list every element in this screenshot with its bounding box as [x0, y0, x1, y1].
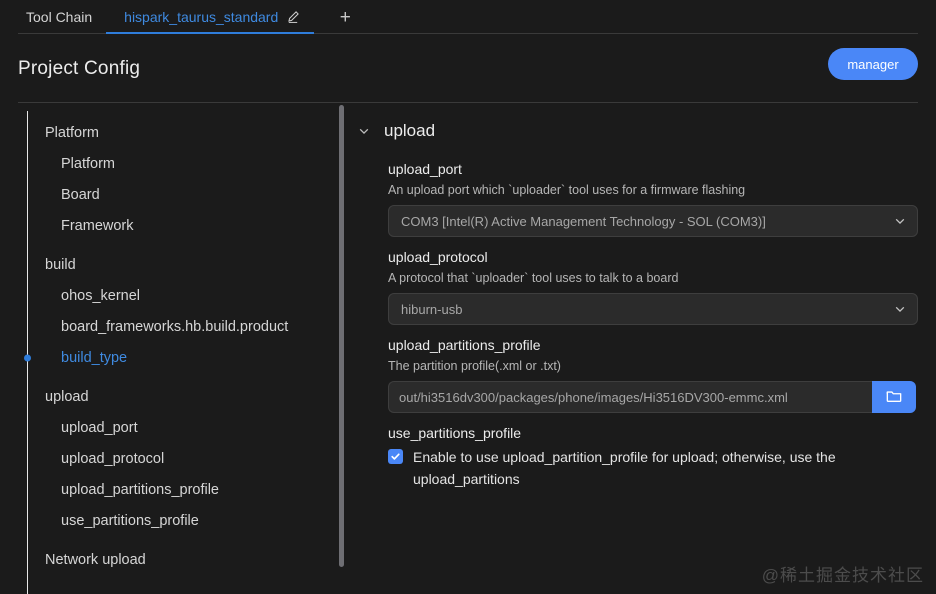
tree-group-build[interactable]: build — [0, 249, 348, 280]
tab-tool-chain[interactable]: Tool Chain — [18, 0, 106, 34]
plus-icon: + — [340, 8, 351, 27]
control-row: out/hi3516dv300/packages/phone/images/Hi… — [388, 381, 918, 413]
section-header-upload[interactable]: upload — [358, 121, 918, 141]
tree-group-label: Network upload — [45, 552, 146, 568]
tree-group-upload[interactable]: upload — [0, 381, 348, 412]
upload-port-select[interactable]: COM3 [Intel(R) Active Management Technol… — [388, 205, 918, 237]
sidebar-item-framework[interactable]: Framework — [0, 210, 348, 241]
tab-label: Tool Chain — [26, 9, 92, 25]
folder-icon — [885, 387, 903, 408]
settings-panel: upload upload_port An upload port which … — [348, 103, 936, 594]
tab-bar: Tool Chain hispark_taurus_standard + — [0, 0, 936, 34]
sidebar-item-board[interactable]: Board — [0, 179, 348, 210]
field-description: The partition profile(.xml or .txt) — [388, 359, 918, 373]
field-label: use_partitions_profile — [388, 425, 918, 441]
chevron-down-icon — [894, 303, 906, 315]
control-row: hiburn-usb — [388, 293, 918, 325]
sidebar-item-upload-partitions-profile[interactable]: upload_partitions_profile — [0, 474, 348, 505]
tree-spacer — [0, 241, 348, 249]
tree-group-label: Platform — [45, 125, 99, 141]
tree-item-label: Framework — [61, 218, 134, 234]
field-use-partitions-profile: use_partitions_profile — [358, 425, 918, 441]
select-value: COM3 [Intel(R) Active Management Technol… — [401, 214, 766, 229]
sidebar-item-build-type[interactable]: build_type — [0, 342, 348, 373]
page-header: Project Config manager — [0, 34, 936, 103]
tree-item-label: upload_partitions_profile — [61, 482, 219, 498]
tree-item-label: board_frameworks.hb.build.product — [61, 319, 288, 335]
field-upload-port: upload_port An upload port which `upload… — [358, 161, 918, 237]
use-partitions-profile-checkbox-row[interactable]: Enable to use upload_partition_profile f… — [358, 447, 918, 490]
field-upload-protocol: upload_protocol A protocol that `uploade… — [358, 249, 918, 325]
tree-group-platform[interactable]: Platform — [0, 117, 348, 148]
tab-hispark-taurus-standard[interactable]: hispark_taurus_standard — [106, 0, 314, 34]
checkbox-label: Enable to use upload_partition_profile f… — [413, 447, 897, 490]
field-description: A protocol that `uploader` tool uses to … — [388, 271, 918, 285]
pencil-icon[interactable] — [286, 10, 300, 24]
tree-item-label: upload_port — [61, 420, 138, 436]
field-label: upload_partitions_profile — [388, 337, 918, 353]
sidebar-item-platform[interactable]: Platform — [0, 148, 348, 179]
select-value: hiburn-usb — [401, 302, 462, 317]
sidebar-item-upload-protocol[interactable]: upload_protocol — [0, 443, 348, 474]
browse-folder-button[interactable] — [872, 381, 916, 413]
config-tree: Platform Platform Board Framework build … — [0, 117, 348, 575]
tree-spacer — [0, 373, 348, 381]
field-label: upload_protocol — [388, 249, 918, 265]
upload-protocol-select[interactable]: hiburn-usb — [388, 293, 918, 325]
sidebar-item-board-frameworks[interactable]: board_frameworks.hb.build.product — [0, 311, 348, 342]
content-area: Platform Platform Board Framework build … — [0, 103, 936, 594]
tree-item-label: use_partitions_profile — [61, 513, 199, 529]
tab-label: hispark_taurus_standard — [124, 9, 278, 25]
partitions-profile-path-input[interactable]: out/hi3516dv300/packages/phone/images/Hi… — [388, 381, 872, 413]
sidebar-item-upload-port[interactable]: upload_port — [0, 412, 348, 443]
config-tree-sidebar[interactable]: Platform Platform Board Framework build … — [0, 103, 348, 594]
tree-item-label: build_type — [61, 350, 127, 366]
selected-marker-dot — [24, 354, 31, 361]
chevron-down-icon[interactable] — [358, 125, 370, 137]
tree-item-label: Platform — [61, 156, 115, 172]
use-partitions-profile-checkbox[interactable] — [388, 449, 403, 464]
tree-item-label: Board — [61, 187, 100, 203]
tree-spacer — [0, 536, 348, 544]
add-tab-button[interactable]: + — [328, 0, 362, 34]
page-title: Project Config — [18, 58, 140, 80]
field-description: An upload port which `uploader` tool use… — [388, 183, 918, 197]
tree-item-label: ohos_kernel — [61, 288, 140, 304]
tree-item-label: upload_protocol — [61, 451, 164, 467]
field-upload-partitions-profile: upload_partitions_profile The partition … — [358, 337, 918, 413]
watermark: @稀土掘金技术社区 — [762, 561, 924, 586]
field-label: upload_port — [388, 161, 918, 177]
sidebar-item-use-partitions-profile[interactable]: use_partitions_profile — [0, 505, 348, 536]
tree-group-label: upload — [45, 389, 89, 405]
tree-group-label: build — [45, 257, 76, 273]
sidebar-item-ohos-kernel[interactable]: ohos_kernel — [0, 280, 348, 311]
tree-group-network-upload[interactable]: Network upload — [0, 544, 348, 575]
section-title: upload — [384, 121, 435, 141]
manager-button[interactable]: manager — [828, 48, 918, 80]
chevron-down-icon — [894, 215, 906, 227]
control-row: COM3 [Intel(R) Active Management Technol… — [388, 205, 918, 237]
